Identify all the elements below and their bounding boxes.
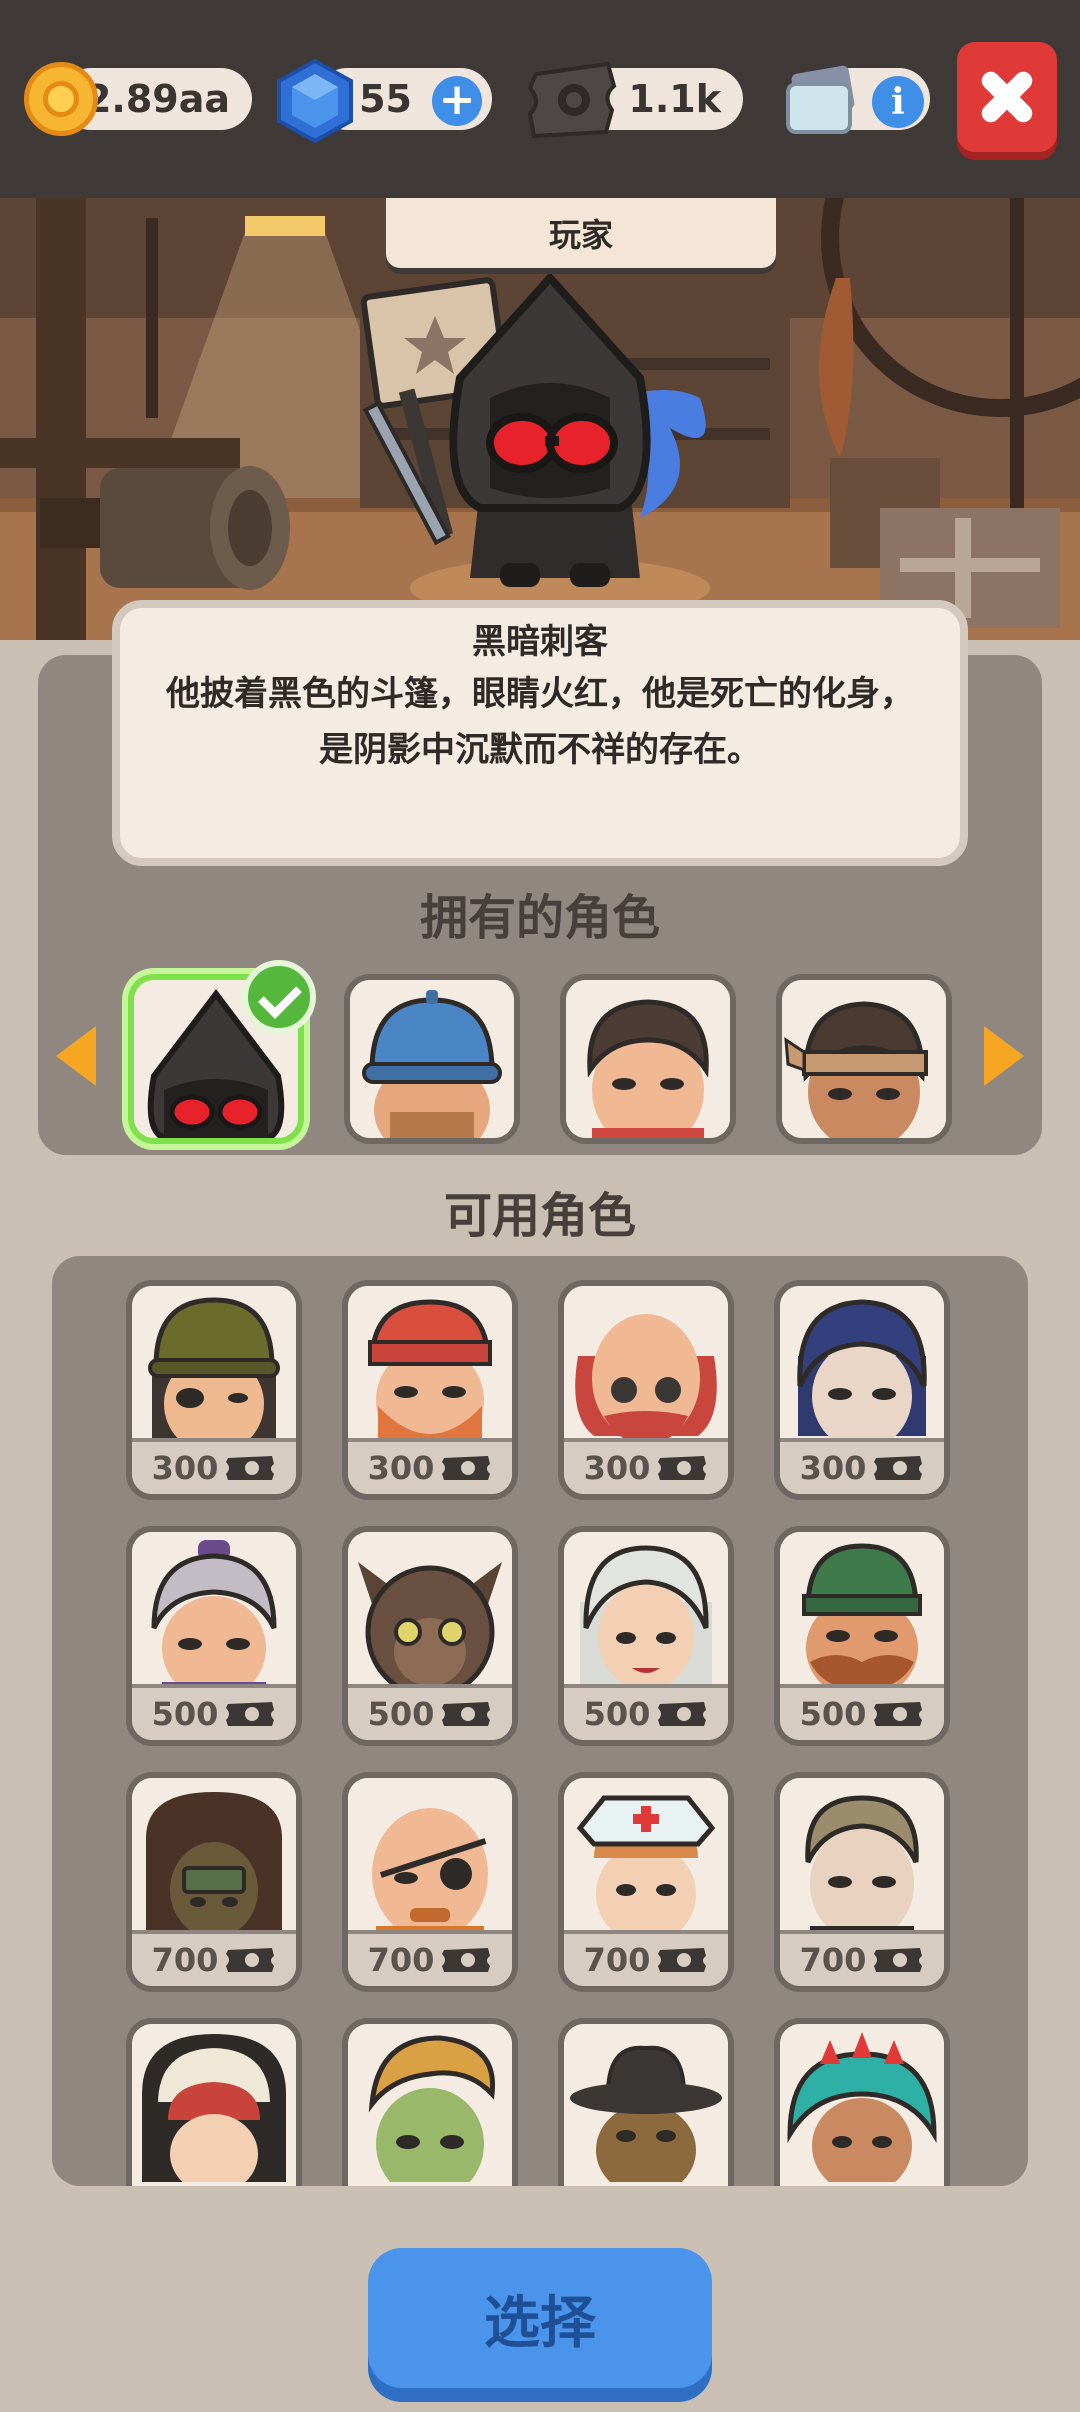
ticket-icon — [658, 1948, 707, 1972]
price-tag: 300 — [780, 1438, 944, 1494]
price-tag: 300 — [564, 1438, 728, 1494]
price-tag: 700 — [132, 1930, 296, 1986]
shop-character-card[interactable]: 500 — [342, 1526, 518, 1746]
ticket-icon — [658, 1702, 707, 1726]
cards-icon — [786, 65, 855, 134]
owned-character-card[interactable] — [344, 974, 520, 1144]
ticket-icon — [226, 1948, 275, 1972]
shop-character-card[interactable]: 700 — [774, 1772, 950, 1992]
coins-value: 2.89aa — [84, 77, 230, 121]
price-tag: 500 — [348, 1684, 512, 1740]
dark-assassin-portrait — [360, 272, 706, 587]
nurse-avatar — [564, 1778, 728, 1936]
price-value: 300 — [367, 1449, 435, 1487]
available-section-title: 可用角色 — [443, 1188, 636, 1244]
red-beanie-beard-avatar — [348, 1286, 512, 1444]
ticket-icon — [226, 1702, 275, 1726]
price-value: 700 — [583, 1941, 651, 1979]
price-tag: 700 — [564, 1930, 728, 1986]
coin-icon — [24, 62, 98, 136]
close-button[interactable] — [957, 42, 1057, 152]
slick-hair-avatar — [780, 1778, 944, 1936]
available-characters-panel: 300 300 300 300 500 500 500 500 700 700 … — [52, 1256, 1028, 2186]
shop-character-card[interactable] — [558, 2018, 734, 2186]
nun-avatar — [132, 2024, 296, 2182]
owned-section-title: 拥有的角色 — [419, 890, 660, 946]
werewolf-avatar — [348, 1532, 512, 1690]
price-value: 500 — [583, 1695, 651, 1733]
info-button[interactable]: i — [872, 76, 924, 128]
price-tag: 500 — [780, 1684, 944, 1740]
price-value: 500 — [151, 1695, 219, 1733]
ticket-icon — [442, 1456, 491, 1480]
ticket-icon — [442, 1948, 491, 1972]
currency-bar: 2.89aa 55 + 1.1k i — [0, 0, 1080, 198]
headband-warrior-avatar — [782, 980, 946, 1138]
price-tag: 500 — [132, 1684, 296, 1740]
gem-icon — [277, 58, 353, 144]
shop-character-card[interactable]: 300 — [126, 1280, 302, 1500]
shop-character-card[interactable] — [774, 2018, 950, 2186]
shop-character-card[interactable]: 300 — [342, 1280, 518, 1500]
dreadlocks-avatar — [132, 1778, 296, 1936]
tickets-value: 1.1k — [628, 77, 721, 121]
shop-character-card[interactable]: 700 — [126, 1772, 302, 1992]
price-value: 300 — [151, 1449, 219, 1487]
shop-character-card[interactable]: 500 — [558, 1526, 734, 1746]
army-helmet-eyepatch-avatar — [132, 1286, 296, 1444]
character-name: 黑暗刺客 — [472, 622, 608, 662]
player-label: 玩家 — [386, 198, 776, 268]
shop-character-card[interactable]: 300 — [558, 1280, 734, 1500]
zombie-avatar — [348, 2024, 512, 2182]
gems-value: 55 — [359, 77, 412, 121]
character-description-box: 黑暗刺客 他披着黑色的斗篷，眼睛火红，他是死亡的化身， 是阴影中沉默而不祥的存在… — [112, 600, 968, 866]
ticket-icon — [527, 61, 617, 139]
ticket-icon — [874, 1456, 923, 1480]
shop-character-card[interactable] — [126, 2018, 302, 2186]
shop-character-card[interactable] — [342, 2018, 518, 2186]
shop-character-card[interactable]: 500 — [774, 1526, 950, 1746]
ticket-icon — [226, 1456, 275, 1480]
scroll-right-arrow-icon[interactable] — [984, 1026, 1024, 1086]
silver-hair-girl-avatar — [564, 1532, 728, 1690]
price-value: 700 — [799, 1941, 867, 1979]
brown-hair-avatar — [566, 980, 730, 1138]
price-tag: 300 — [348, 1438, 512, 1494]
select-button[interactable]: 选择 — [368, 2248, 712, 2388]
cowboy-hat-avatar — [564, 2024, 728, 2182]
green-beanie-mustache-avatar — [780, 1532, 944, 1690]
price-value: 500 — [799, 1695, 867, 1733]
scroll-left-arrow-icon[interactable] — [56, 1026, 96, 1086]
shop-character-card[interactable]: 700 — [342, 1772, 518, 1992]
ticket-icon — [874, 1948, 923, 1972]
character-description-line1: 他披着黑色的斗篷，眼睛火红，他是死亡的化身， — [166, 674, 914, 714]
price-value: 300 — [583, 1449, 651, 1487]
bald-eyepatch-avatar — [348, 1778, 512, 1936]
shop-character-card[interactable]: 700 — [558, 1772, 734, 1992]
price-value: 700 — [151, 1941, 219, 1979]
teal-hair-crown-avatar — [780, 2024, 944, 2182]
shop-character-card[interactable]: 300 — [774, 1280, 950, 1500]
ticket-icon — [658, 1456, 707, 1480]
price-tag: 500 — [564, 1684, 728, 1740]
selected-check-icon — [242, 960, 316, 1034]
shop-character-card[interactable]: 500 — [126, 1526, 302, 1746]
bald-red-beard-glasses-avatar — [564, 1286, 728, 1444]
dark-blue-hair-avatar — [780, 1286, 944, 1444]
owned-character-card[interactable] — [560, 974, 736, 1144]
buy-gems-button[interactable]: + — [432, 76, 482, 126]
ticket-icon — [442, 1702, 491, 1726]
owned-character-card[interactable] — [776, 974, 952, 1144]
ticket-icon — [874, 1702, 923, 1726]
price-tag: 700 — [780, 1930, 944, 1986]
character-description-line2: 是阴影中沉默而不祥的存在。 — [319, 730, 761, 770]
blue-cap-avatar — [350, 980, 514, 1138]
price-value: 500 — [367, 1695, 435, 1733]
price-value: 300 — [799, 1449, 867, 1487]
price-value: 700 — [367, 1941, 435, 1979]
granny-bun-avatar — [132, 1532, 296, 1690]
price-tag: 700 — [348, 1930, 512, 1986]
price-tag: 300 — [132, 1438, 296, 1494]
